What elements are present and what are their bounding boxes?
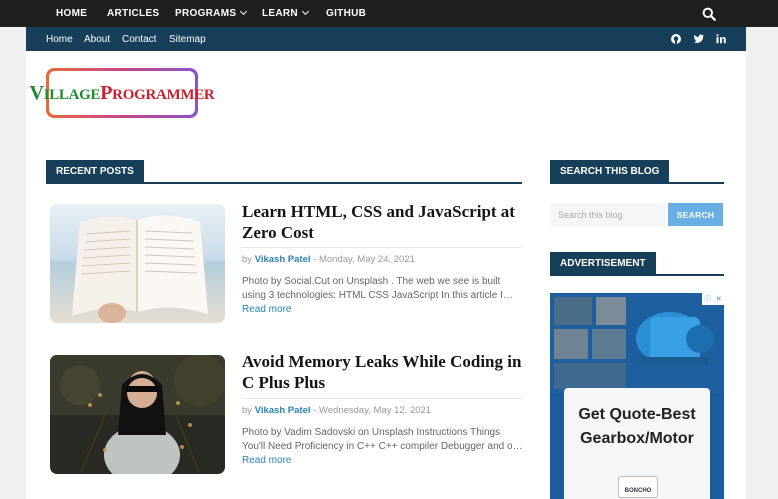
nav-github[interactable]: GITHUB (326, 8, 366, 19)
subnav-contact-link[interactable]: Contact (122, 34, 156, 45)
linkedin-icon[interactable] (715, 33, 727, 45)
nav-articles[interactable]: ARTICLES (107, 8, 159, 19)
ad-card: Get Quote-Best Gearbox/Motor BONCHO (564, 388, 710, 499)
nav-learn[interactable]: LEARN (262, 7, 309, 19)
post-excerpt: Photo by Social.Cut on Unsplash . The we… (242, 275, 524, 317)
nav-programs-label: PROGRAMS (175, 8, 237, 19)
post-title[interactable]: Avoid Memory Leaks While Coding in C Plu… (242, 351, 522, 393)
ad-brand-logo: BONCHO (618, 476, 658, 498)
post-thumbnail-book[interactable] (50, 204, 225, 323)
post-meta: by Vikash Patel - Monday, May 24, 2021 (242, 254, 415, 265)
nav-github-label: GITHUB (326, 8, 367, 19)
chevron-down-icon (240, 7, 248, 16)
close-icon: ✕ (715, 296, 722, 303)
nav-articles-label: ARTICLES (107, 8, 160, 19)
site-logo[interactable]: VILLAGEPROGRAMMER (30, 68, 215, 118)
logo-text-p: P (100, 81, 113, 104)
post-meta: by Vikash Patel - Wednesday, May 12, 202… (242, 405, 431, 416)
subnav-home-link[interactable]: Home (46, 34, 73, 45)
nav-home[interactable]: HOME (56, 8, 87, 19)
post-author-link[interactable]: Vikash Patel (255, 405, 311, 416)
post-thumbnail-woman[interactable] (50, 355, 225, 474)
advertisement-header: ADVERTISEMENT (550, 252, 724, 276)
recent-posts-header: RECENT POSTS (46, 160, 522, 184)
twitter-icon[interactable] (693, 33, 705, 45)
post-meta-by: by (242, 254, 253, 265)
post-meta-by: by (242, 405, 253, 416)
recent-posts-title: RECENT POSTS (46, 160, 144, 184)
post-excerpt-text: Photo by Social.Cut on Unsplash . The we… (242, 276, 513, 301)
top-navigation-bar: HOME ARTICLES PROGRAMS LEARN GITHUB (0, 0, 778, 27)
search-button[interactable]: SEARCH (668, 203, 723, 226)
post-meta-separator: - (310, 254, 319, 265)
post-author-link[interactable]: Vikash Patel (255, 254, 311, 265)
post-meta-separator: - (310, 405, 319, 416)
search-blog-title: SEARCH THIS BLOG (550, 160, 670, 184)
subnav-sitemap-link[interactable]: Sitemap (169, 34, 206, 45)
logo-text: VILLAGEPROGRAMMER (30, 82, 215, 105)
logo-inner: VILLAGEPROGRAMMER (30, 71, 215, 115)
post-title[interactable]: Learn HTML, CSS and JavaScript at Zero C… (242, 201, 522, 243)
ad-motor-image (550, 293, 724, 393)
advertisement-banner[interactable]: ⓘ ✕ Get Quote-Best Gearbox/Motor BONCHO (550, 293, 724, 499)
ad-headline: Get Quote-Best Gearbox/Motor (578, 406, 696, 447)
logo-text-v: V (29, 81, 44, 104)
subnav-about-link[interactable]: About (84, 34, 110, 45)
search-icon[interactable] (702, 7, 716, 21)
post-divider (242, 398, 522, 399)
nav-home-label: HOME (56, 8, 88, 19)
logo-text-rogrammer: ROGRAMMER (112, 86, 215, 103)
read-more-link[interactable]: Read more (242, 304, 291, 315)
ad-choices-icons[interactable]: ⓘ ✕ (702, 293, 724, 305)
nav-programs[interactable]: PROGRAMS (175, 7, 248, 19)
github-icon[interactable] (670, 33, 682, 45)
post-excerpt: Photo by Vadim Sadovski on Unsplash Inst… (242, 426, 524, 468)
logo-text-illage: ILLAGE (43, 86, 101, 103)
post-excerpt-text: Photo by Vadim Sadovski on Unsplash Inst… (242, 427, 523, 452)
post-divider (242, 247, 522, 248)
secondary-navigation-bar: Home About Contact Sitemap (26, 27, 746, 51)
search-input[interactable] (550, 203, 666, 226)
advertisement-title: ADVERTISEMENT (550, 252, 656, 276)
search-blog-header: SEARCH THIS BLOG (550, 160, 724, 184)
search-form: SEARCH (550, 203, 723, 226)
chevron-down-icon (301, 7, 309, 16)
post-date: Monday, May 24, 2021 (318, 254, 415, 265)
read-more-link[interactable]: Read more (242, 455, 291, 466)
post-date: Wednesday, May 12, 2021 (318, 405, 432, 416)
nav-learn-label: LEARN (262, 8, 298, 19)
ad-info-icon: ⓘ (704, 296, 712, 303)
